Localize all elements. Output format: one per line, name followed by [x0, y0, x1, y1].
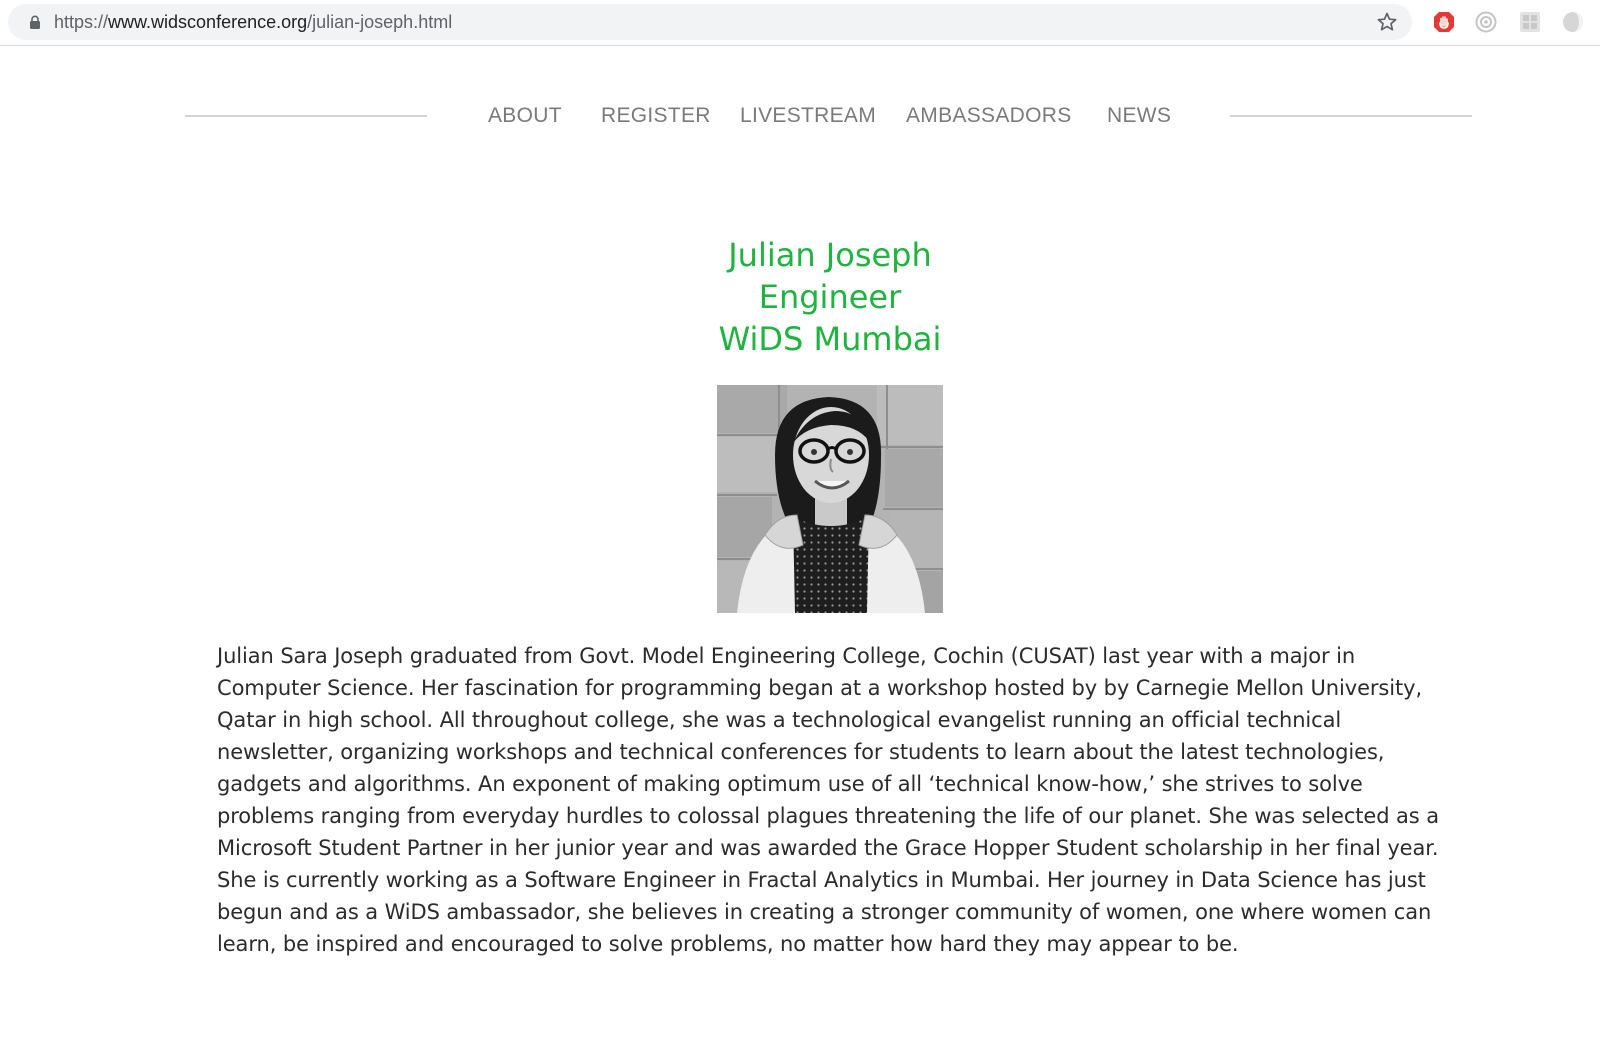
profile-extension-icon[interactable]	[1561, 10, 1585, 34]
nav-divider-right	[1230, 115, 1472, 117]
main-navigation: ABOUT REGISTER LIVESTREAM AMBASSADORS NE…	[0, 96, 1600, 136]
adblock-extension-icon[interactable]	[1432, 10, 1456, 34]
nav-item-livestream[interactable]: LIVESTREAM	[740, 104, 876, 128]
lock-icon[interactable]	[28, 15, 42, 29]
browser-toolbar: https://www.widsconference.org/julian-jo…	[0, 0, 1600, 46]
profile-role: Engineer	[758, 278, 902, 316]
grid-extension-icon[interactable]	[1518, 10, 1542, 34]
nav-item-about[interactable]: ABOUT	[488, 104, 562, 128]
camera-extension-icon[interactable]	[1474, 10, 1498, 34]
profile-location: WiDS Mumbai	[718, 320, 942, 358]
url-scheme: https://	[54, 12, 109, 32]
star-icon[interactable]	[1376, 11, 1398, 33]
profile-photo	[717, 385, 943, 613]
profile-name: Julian Joseph	[728, 236, 932, 274]
nav-item-register[interactable]: REGISTER	[601, 104, 711, 128]
profile-bio: Julian Sara Joseph graduated from Govt. …	[217, 644, 1439, 956]
url-host: www.widsconference.org	[108, 12, 308, 32]
address-bar[interactable]: https://www.widsconference.org/julian-jo…	[8, 4, 1412, 40]
url-path: /julian-joseph.html	[307, 12, 453, 32]
nav-item-news[interactable]: NEWS	[1107, 104, 1171, 128]
profile-heading: Julian Joseph Engineer WiDS Mumbai	[530, 234, 1130, 360]
url-text[interactable]: https://www.widsconference.org/julian-jo…	[54, 12, 452, 32]
nav-item-ambassadors[interactable]: AMBASSADORS	[906, 104, 1072, 128]
nav-divider-left	[185, 115, 427, 117]
